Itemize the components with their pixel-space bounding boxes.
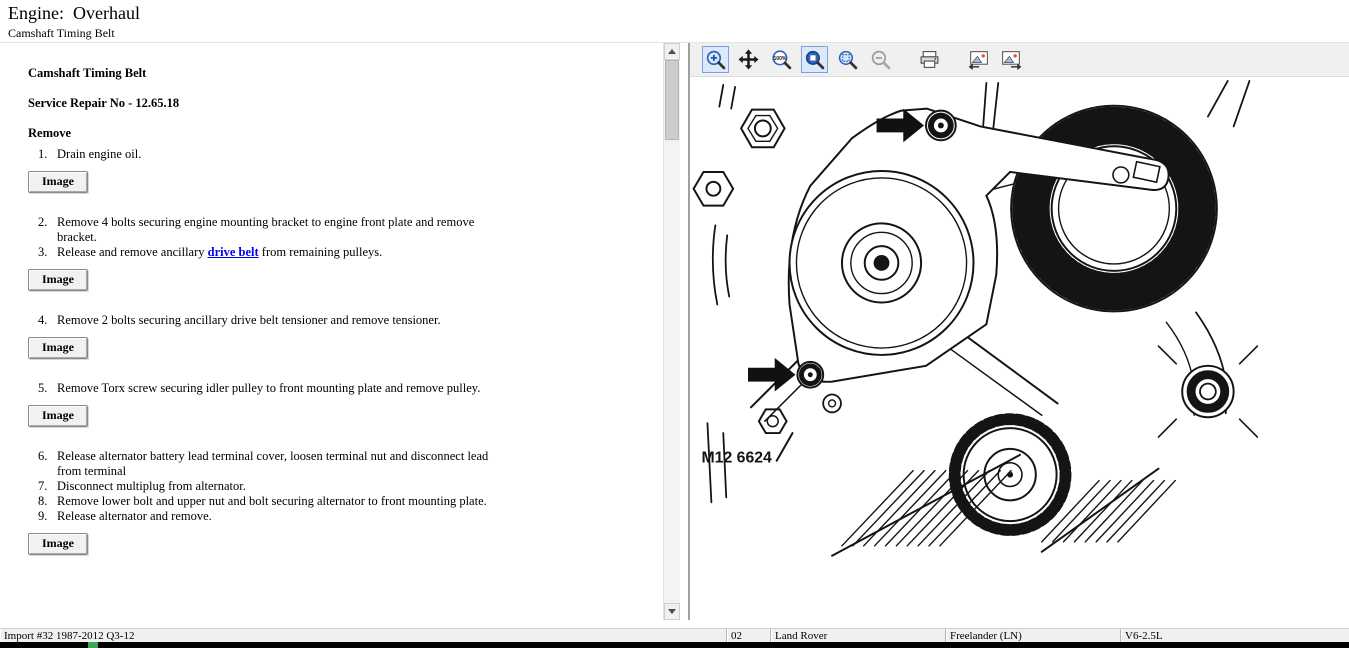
step-6: 6. Release alternator battery lead termi… (28, 449, 663, 479)
step-5: 5. Remove Torx screw securing idler pull… (28, 381, 663, 396)
tensioner-pulley (790, 171, 974, 355)
page-header: Engine: Overhaul Camshaft Timing Belt (0, 0, 1349, 42)
step-1: 1. Drain engine oil. (28, 147, 663, 162)
main-split: Camshaft Timing Belt Service Repair No -… (0, 42, 1349, 620)
step-number: 4. (38, 313, 57, 328)
ribbed-pulley (1011, 106, 1217, 312)
pan-icon (738, 49, 759, 70)
step-4: 4. Remove 2 bolts securing ancillary dri… (28, 313, 663, 328)
image-button-3[interactable]: Image (28, 337, 88, 359)
zoom-in-icon (705, 49, 726, 70)
image-row: Image (28, 171, 663, 193)
step-number: 7. (38, 479, 57, 494)
down-arrow-icon (668, 609, 676, 614)
status-model: Freelander (LN) (946, 629, 1121, 642)
step-number: 3. (38, 245, 57, 260)
hex-bolt-top-left (741, 110, 785, 148)
zoom-window-icon (837, 49, 858, 70)
status-code: 02 (727, 629, 771, 642)
zoom-fit-icon (804, 49, 825, 70)
step-text: Release and remove ancillary drive belt … (57, 245, 509, 260)
image-row: Image (28, 533, 663, 555)
zoom-out-button[interactable] (867, 46, 894, 73)
zoom-out-icon (870, 49, 891, 70)
zoom-in-button[interactable] (702, 46, 729, 73)
section-heading-remove: Remove (28, 126, 663, 141)
hex-bolt-bottom-right (1158, 346, 1257, 437)
image-button-4[interactable]: Image (28, 405, 88, 427)
step-9: 9. Release alternator and remove. (28, 509, 663, 524)
step-text-before-link: Release and remove ancillary (57, 245, 208, 259)
status-bar: Import #32 1987-2012 Q3-12 02 Land Rover… (0, 628, 1349, 642)
hex-bolt-left-edge (694, 172, 734, 206)
zoom-100-button[interactable]: 100% (768, 46, 795, 73)
page-title: Engine: Overhaul (8, 3, 1349, 24)
up-arrow-icon (668, 49, 676, 54)
step-2: 2. Remove 4 bolts securing engine mounti… (28, 215, 663, 245)
step-7: 7. Disconnect multiplug from alternator. (28, 479, 663, 494)
status-engine: V6-2.5L (1121, 629, 1349, 642)
image-button-2[interactable]: Image (28, 269, 88, 291)
page-subtitle: Camshaft Timing Belt (8, 26, 1349, 41)
step-text: Remove lower bolt and upper nut and bolt… (57, 494, 509, 509)
zoom-100-icon: 100% (771, 49, 792, 70)
taskbar-green-indicator (88, 642, 98, 648)
bottom-gap (0, 620, 1349, 628)
engine-diagram-svg: M12 6624 (690, 77, 1349, 620)
service-repair-number: Service Repair No - 12.65.18 (28, 96, 663, 111)
figure-label: M12 6624 (702, 450, 773, 467)
image-row: Image (28, 405, 663, 427)
step-number: 2. (38, 215, 57, 245)
step-text-after-link: from remaining pulleys. (259, 245, 383, 259)
svg-text:100%: 100% (773, 56, 786, 62)
diagram-panel: 100% (690, 43, 1349, 620)
step-number: 8. (38, 494, 57, 509)
image-row: Image (28, 337, 663, 359)
vertical-scrollbar[interactable] (663, 43, 680, 620)
next-image-icon (1000, 49, 1023, 70)
step-text: Drain engine oil. (57, 147, 509, 162)
scrollbar-track[interactable] (664, 60, 680, 603)
image-button-5[interactable]: Image (28, 533, 88, 555)
app-window: Engine: Overhaul Camshaft Timing Belt Ca… (0, 0, 1349, 648)
step-text: Release alternator and remove. (57, 509, 509, 524)
zoom-window-button[interactable] (834, 46, 861, 73)
status-import-info: Import #32 1987-2012 Q3-12 (0, 629, 727, 642)
scroll-up-button[interactable] (664, 43, 680, 60)
top-bolt (926, 111, 956, 141)
image-row: Image (28, 269, 663, 291)
image-button-1[interactable]: Image (28, 171, 88, 193)
step-number: 6. (38, 449, 57, 479)
step-text: Remove 2 bolts securing ancillary drive … (57, 313, 509, 328)
drive-belt-link[interactable]: drive belt (208, 245, 259, 259)
step-text: Release alternator battery lead terminal… (57, 449, 509, 479)
panel-divider (680, 43, 690, 620)
step-number: 5. (38, 381, 57, 396)
procedure-document: Camshaft Timing Belt Service Repair No -… (0, 43, 663, 620)
previous-image-button[interactable] (965, 46, 992, 73)
step-number: 1. (38, 147, 57, 162)
step-text: Disconnect multiplug from alternator. (57, 479, 509, 494)
diagram-canvas[interactable]: M12 6624 (690, 77, 1349, 620)
figure-label-group: M12 6624 (702, 433, 793, 467)
step-text: Remove Torx screw securing idler pulley … (57, 381, 509, 396)
step-3: 3. Release and remove ancillary drive be… (28, 245, 663, 260)
print-icon (919, 49, 940, 70)
step-8: 8. Remove lower bolt and upper nut and b… (28, 494, 663, 509)
hatched-belt-bands (832, 455, 1175, 556)
previous-image-icon (967, 49, 990, 70)
print-button[interactable] (916, 46, 943, 73)
step-number: 9. (38, 509, 57, 524)
scrollbar-thumb[interactable] (665, 60, 679, 140)
pan-button[interactable] (735, 46, 762, 73)
viewer-toolbar: 100% (690, 43, 1349, 77)
zoom-fit-button[interactable] (801, 46, 828, 73)
status-make: Land Rover (771, 629, 946, 642)
doc-heading: Camshaft Timing Belt (28, 66, 663, 81)
next-image-button[interactable] (998, 46, 1025, 73)
taskbar-strip (0, 642, 1349, 648)
procedure-panel: Camshaft Timing Belt Service Repair No -… (0, 43, 680, 620)
scroll-down-button[interactable] (664, 603, 680, 620)
step-text: Remove 4 bolts securing engine mounting … (57, 215, 509, 245)
